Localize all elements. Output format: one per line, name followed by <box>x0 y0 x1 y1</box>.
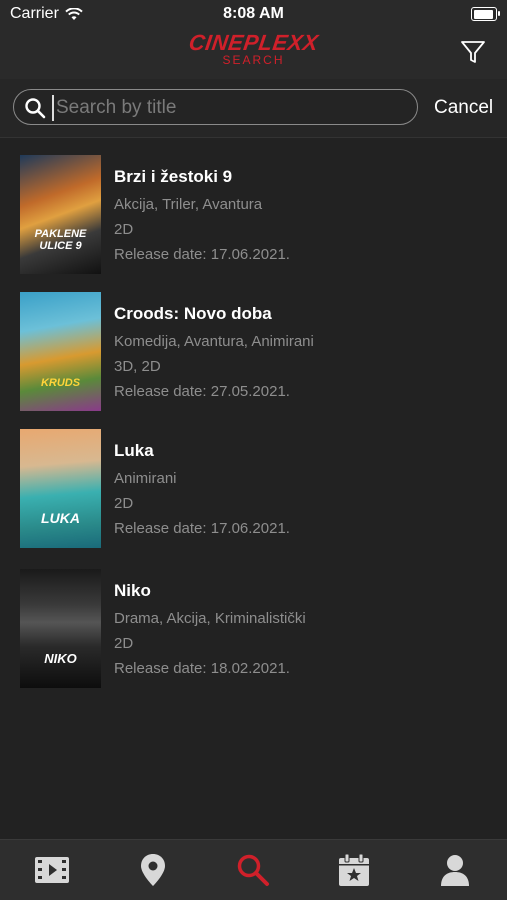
tab-bar <box>0 839 507 900</box>
movie-release-date: Release date: 27.05.2021. <box>114 383 290 400</box>
filter-icon <box>461 41 485 63</box>
nav-bar: CINEPLEXX SEARCH <box>0 28 507 79</box>
movie-title: Luka <box>114 441 154 460</box>
search-icon <box>237 854 269 886</box>
movie-format: 2D <box>114 221 134 238</box>
film-icon <box>35 857 69 883</box>
list-item[interactable]: LUKA Luka Animirani 2D Release date: 17.… <box>0 411 507 551</box>
logo-text: CINEPLEXX <box>187 30 320 55</box>
battery-icon <box>471 7 500 21</box>
tab-locations[interactable] <box>135 852 171 888</box>
list-item[interactable]: NIKO Niko Drama, Akcija, Kriminalistički… <box>0 551 507 688</box>
movie-poster: LUKA <box>20 429 101 548</box>
cancel-button[interactable]: Cancel <box>434 97 493 119</box>
movie-info: Brzi i žestoki 9 Akcija, Triler, Avantur… <box>114 167 290 270</box>
movie-info: Croods: Novo doba Komedija, Avantura, An… <box>114 304 314 407</box>
movie-genres: Animirani <box>114 470 177 487</box>
status-bar: Carrier 8:08 AM <box>0 0 507 28</box>
filter-button[interactable] <box>459 38 487 66</box>
status-time: 8:08 AM <box>223 5 284 22</box>
movie-format: 3D, 2D <box>114 358 161 375</box>
movie-poster: PAKLENE ULICE 9 <box>20 155 101 274</box>
search-row: Cancel <box>0 79 507 138</box>
tab-search[interactable] <box>235 852 271 888</box>
poster-title: LUKA <box>41 510 80 526</box>
tab-profile[interactable] <box>437 852 473 888</box>
search-input[interactable] <box>52 95 408 121</box>
movie-format: 2D <box>114 635 134 652</box>
list-item[interactable]: PAKLENE ULICE 9 Brzi i žestoki 9 Akcija,… <box>0 137 507 274</box>
movie-release-date: Release date: 17.06.2021. <box>114 520 290 537</box>
movie-release-date: Release date: 18.02.2021. <box>114 660 290 677</box>
movie-format: 2D <box>114 495 134 512</box>
movie-title: Niko <box>114 581 151 600</box>
search-icon <box>25 98 46 119</box>
movie-list: PAKLENE ULICE 9 Brzi i žestoki 9 Akcija,… <box>0 137 507 688</box>
movie-info: Niko Drama, Akcija, Kriminalistički 2D R… <box>114 581 306 684</box>
movie-poster: KRUDS <box>20 292 101 411</box>
movie-release-date: Release date: 17.06.2021. <box>114 246 290 263</box>
movie-title: Croods: Novo doba <box>114 304 272 323</box>
movie-genres: Akcija, Triler, Avantura <box>114 196 263 213</box>
movie-title: Brzi i žestoki 9 <box>114 167 233 186</box>
movie-genres: Drama, Akcija, Kriminalistički <box>114 610 306 627</box>
movie-poster: NIKO <box>20 569 101 688</box>
tab-schedule[interactable] <box>336 852 372 888</box>
calendar-star-icon <box>339 853 369 886</box>
poster-title: KRUDS <box>40 377 81 389</box>
tab-movies[interactable] <box>34 852 70 888</box>
list-item[interactable]: KRUDS Croods: Novo doba Komedija, Avantu… <box>0 274 507 411</box>
movie-genres: Komedija, Avantura, Animirani <box>114 333 314 350</box>
movie-info: Luka Animirani 2D Release date: 17.06.20… <box>114 441 290 544</box>
search-box[interactable] <box>13 89 418 125</box>
user-icon <box>441 855 469 886</box>
poster-title: PAKLENE ULICE 9 <box>34 228 87 252</box>
app-logo: CINEPLEXX SEARCH <box>0 30 507 67</box>
location-pin-icon <box>141 854 165 886</box>
poster-title: NIKO <box>44 651 77 666</box>
